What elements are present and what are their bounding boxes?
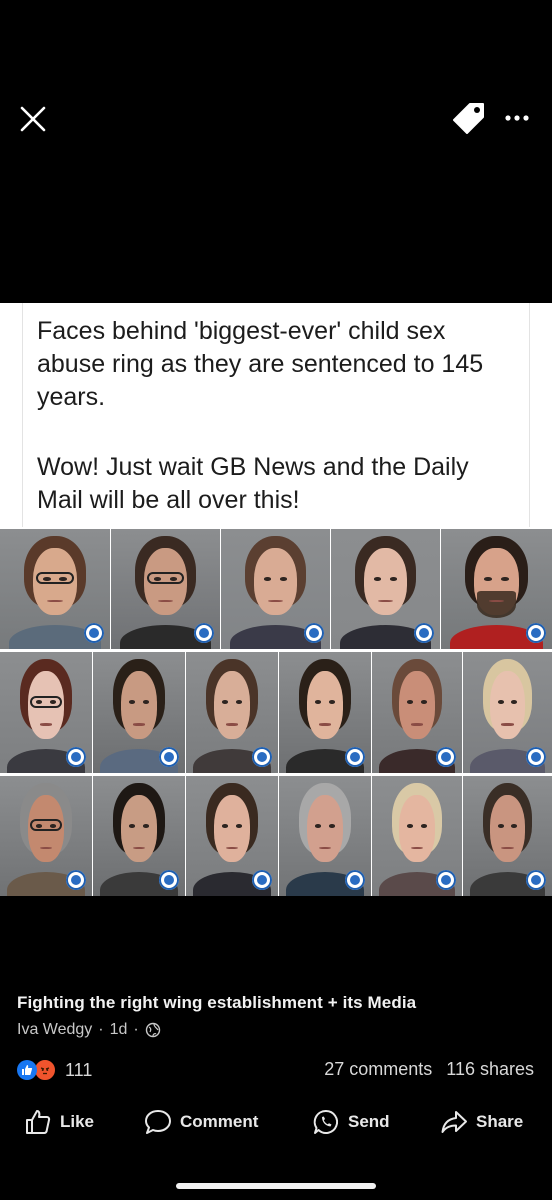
action-bar: Like Comment Send Share	[0, 1108, 552, 1144]
police-crest-icon	[304, 623, 324, 643]
close-icon	[20, 106, 46, 132]
police-crest-icon	[526, 747, 546, 767]
police-crest-icon	[159, 870, 179, 890]
caption-headline: Faces behind 'biggest-ever' child sex ab…	[37, 317, 484, 411]
police-crest-icon	[194, 623, 214, 643]
police-crest-icon	[526, 623, 546, 643]
police-crest-icon	[66, 747, 86, 767]
comment-icon	[145, 1110, 171, 1134]
police-crest-icon	[159, 747, 179, 767]
mugshot-photo	[93, 652, 185, 773]
engagement-stats: 27 comments 116 shares	[324, 1059, 534, 1080]
comment-button[interactable]: Comment	[144, 1108, 258, 1136]
mugshot-grid	[0, 529, 552, 896]
author-name[interactable]: Iva Wedgy	[17, 1021, 92, 1039]
mugshot-photo	[221, 529, 330, 649]
share-label: Share	[476, 1112, 524, 1131]
share-button[interactable]: Share	[440, 1108, 523, 1136]
close-button[interactable]	[18, 104, 48, 134]
post-time[interactable]: 1d	[110, 1021, 128, 1039]
more-options-button[interactable]	[498, 106, 538, 130]
police-crest-icon	[252, 747, 272, 767]
police-crest-icon	[66, 870, 86, 890]
post-image[interactable]: Faces behind 'biggest-ever' child sex ab…	[0, 303, 552, 896]
mugshot-photo	[186, 776, 278, 896]
shares-count[interactable]: 116 shares	[446, 1059, 534, 1080]
separator: ·	[133, 1021, 139, 1038]
more-horizontal-icon	[505, 115, 529, 121]
top-bar	[0, 0, 552, 300]
police-crest-icon	[436, 870, 456, 890]
mugshot-photo	[279, 652, 371, 773]
reaction-count: 111	[65, 1059, 93, 1080]
post-title[interactable]: Fighting the right wing establishment + …	[17, 993, 416, 1013]
caption-comment: Wow! Just wait GB News and the Daily Mai…	[37, 453, 469, 514]
comments-count[interactable]: 27 comments	[324, 1059, 432, 1080]
comment-label: Comment	[180, 1112, 259, 1131]
reaction-summary[interactable]: 111	[17, 1058, 92, 1082]
tag-icon	[453, 103, 484, 134]
police-crest-icon	[436, 747, 456, 767]
police-crest-icon	[345, 870, 365, 890]
separator: ·	[98, 1021, 104, 1038]
mugshot-photo	[0, 652, 92, 773]
mugshot-photo	[0, 529, 110, 649]
police-crest-icon	[252, 870, 272, 890]
mugshot-photo	[279, 776, 371, 896]
police-crest-icon	[84, 623, 104, 643]
thumbs-up-icon	[26, 1110, 51, 1134]
like-button[interactable]: Like	[24, 1108, 94, 1136]
mugshot-photo	[463, 652, 552, 773]
tag-button[interactable]	[450, 100, 488, 138]
mugshot-photo	[93, 776, 185, 896]
like-label: Like	[60, 1112, 95, 1131]
mugshot-photo	[111, 529, 220, 649]
police-crest-icon	[345, 747, 365, 767]
globe-icon	[145, 1022, 160, 1038]
mugshot-photo	[331, 529, 440, 649]
mugshot-photo	[186, 652, 278, 773]
like-reaction-icon	[17, 1060, 37, 1080]
mugshot-photo	[463, 776, 552, 896]
mugshot-photo	[372, 776, 462, 896]
police-crest-icon	[526, 870, 546, 890]
mugshot-photo	[372, 652, 462, 773]
post-meta: Iva Wedgy · 1d ·	[17, 1021, 161, 1039]
whatsapp-icon	[313, 1109, 338, 1134]
home-indicator[interactable]	[176, 1183, 376, 1189]
image-caption: Faces behind 'biggest-ever' child sex ab…	[22, 303, 530, 527]
send-button[interactable]: Send	[312, 1108, 390, 1136]
mugshot-photo	[441, 529, 552, 649]
share-arrow-icon	[441, 1111, 467, 1133]
police-crest-icon	[414, 623, 434, 643]
send-label: Send	[348, 1112, 390, 1131]
mugshot-photo	[0, 776, 92, 896]
